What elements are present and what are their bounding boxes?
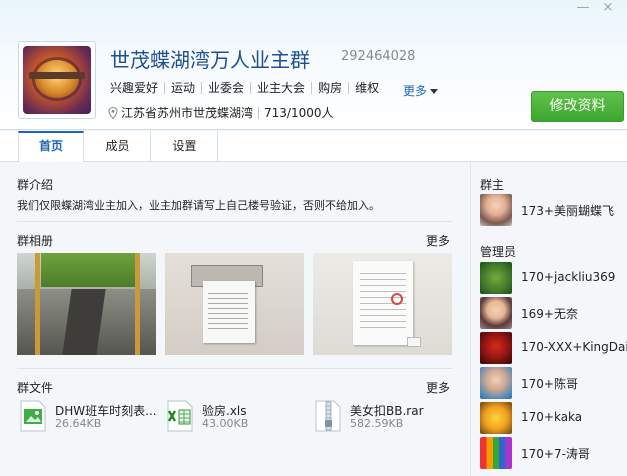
avatar xyxy=(480,437,512,469)
avatar xyxy=(480,194,512,226)
tag-item: 运动 xyxy=(164,82,201,94)
member-count: 713/1000人 xyxy=(264,106,334,120)
group-tags: 兴趣爱好 运动 业委会 业主大会 购房 维权 xyxy=(110,82,385,94)
owner-title: 群主 xyxy=(480,178,505,192)
tab-members[interactable]: 成员 xyxy=(85,131,151,162)
tag-item: 兴趣爱好 xyxy=(110,81,159,95)
location-pin-icon xyxy=(108,106,118,119)
files-title: 群文件 xyxy=(17,381,54,395)
tag-item: 业主大会 xyxy=(250,82,311,94)
avatar xyxy=(480,262,512,294)
more-tags-label: 更多 xyxy=(403,84,428,98)
member-name: 170+kaka xyxy=(521,410,583,424)
file-size: 582.59KB xyxy=(350,417,404,430)
admins-title: 管理员 xyxy=(480,245,517,259)
tag-item: 维权 xyxy=(348,82,385,94)
album-photo[interactable] xyxy=(165,253,304,355)
more-tags-button[interactable]: 更多 xyxy=(403,82,439,99)
avatar xyxy=(480,332,512,364)
member-name: 170+jackliu369 xyxy=(521,270,616,284)
rar-file-icon xyxy=(315,400,341,432)
avatar xyxy=(480,402,512,434)
minimize-button[interactable]: — xyxy=(572,0,594,18)
chevron-down-icon xyxy=(430,89,439,94)
edit-profile-button[interactable]: 修改资料 xyxy=(531,91,624,122)
album-photo[interactable] xyxy=(313,253,452,355)
excel-file-icon xyxy=(167,400,193,432)
divider xyxy=(17,221,453,222)
tag-item: 业委会 xyxy=(201,82,250,94)
group-avatar-image xyxy=(23,46,91,114)
tab-home[interactable]: 首页 xyxy=(18,131,84,162)
close-button[interactable]: × xyxy=(597,0,619,18)
divider xyxy=(17,368,453,369)
group-location: 江苏省苏州市世茂蝶湖湾 713/1000人 xyxy=(108,104,334,121)
file-size: 43.00KB xyxy=(202,417,249,430)
member-name: 170-XXX+KingDai xyxy=(521,340,627,354)
intro-text: 我们仅限蝶湖湾业主加入，业主加群请写上自己楼号验证，否则不给加入。 xyxy=(17,199,380,212)
group-id: 292464028 xyxy=(341,49,416,64)
intro-title: 群介绍 xyxy=(17,178,54,192)
album-photo[interactable] xyxy=(17,253,156,355)
location-text: 江苏省苏州市世茂蝶湖湾 xyxy=(121,106,254,120)
image-file-icon xyxy=(20,400,46,432)
album-title: 群相册 xyxy=(17,234,54,248)
avatar xyxy=(480,367,512,399)
tab-settings[interactable]: 设置 xyxy=(152,131,218,162)
files-more-link[interactable]: 更多 xyxy=(426,379,450,396)
album-more-link[interactable]: 更多 xyxy=(426,232,450,249)
avatar xyxy=(480,297,512,329)
member-name: 170+7-涛哥 xyxy=(521,447,590,461)
member-name: 170+陈哥 xyxy=(521,377,578,391)
member-name: 173+美丽蝴蝶飞 xyxy=(521,204,614,218)
group-name: 世茂蝶湖湾万人业主群 xyxy=(110,48,310,72)
tab-bar: 首页 成员 设置 xyxy=(0,131,627,162)
file-size: 26.64KB xyxy=(55,417,102,430)
group-avatar[interactable] xyxy=(18,41,96,119)
member-name: 169+无奈 xyxy=(521,307,578,321)
tag-item: 购房 xyxy=(311,82,348,94)
